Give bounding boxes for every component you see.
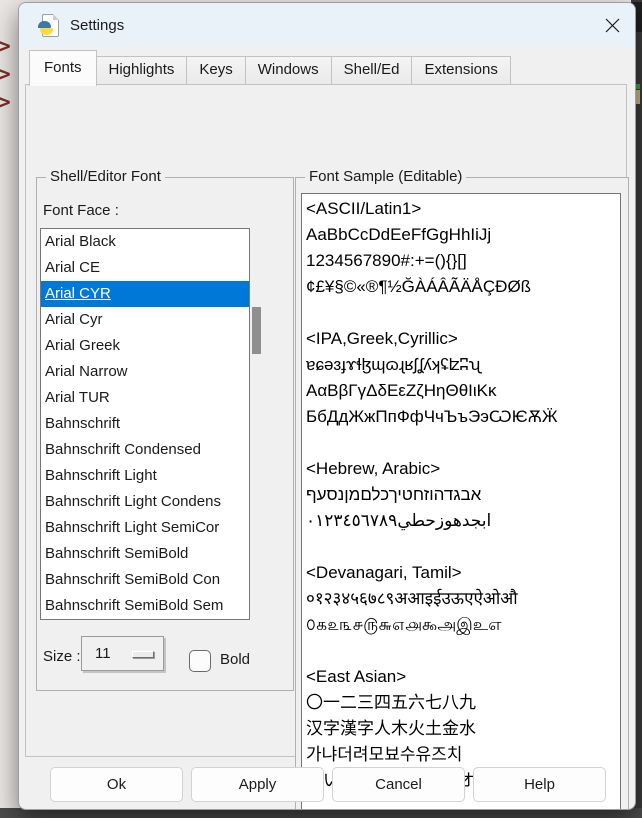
font-list-item[interactable]: Arial Black [41, 229, 249, 255]
font-list-item[interactable]: Bahnschrift SemiBold Sem [41, 593, 249, 619]
title-bar: Settings [19, 3, 635, 47]
size-label: Size : [43, 648, 81, 665]
size-dropdown[interactable]: 11 [81, 636, 164, 671]
window-title: Settings [70, 17, 124, 34]
font-list-item[interactable]: Arial Cyr [41, 307, 249, 333]
font-sample-textarea[interactable]: <ASCII/Latin1> AaBbCcDdEeFfGgHhIiJj 1234… [301, 193, 621, 810]
font-list-item[interactable]: Bahnschrift SemiBold [41, 541, 249, 567]
font-face-label: Font Face : [43, 202, 119, 219]
size-dropdown-value: 11 [95, 645, 111, 662]
font-list-scrollbar-thumb[interactable] [252, 307, 261, 354]
shell-editor-font-frame-title: Shell/Editor Font [46, 168, 165, 185]
screen: > > > Settings Fonts Highlights K [0, 0, 642, 818]
font-list-item[interactable]: Arial TUR [41, 385, 249, 411]
font-list[interactable]: Arial Black Arial CE Arial CYR Arial Cyr… [40, 228, 250, 620]
font-list-item-selected[interactable]: Arial CYR [41, 281, 249, 307]
dropdown-indicator-icon [132, 651, 154, 658]
shell-prompt-glyph: > [0, 62, 11, 86]
font-list-item[interactable]: Bahnschrift Condensed [41, 437, 249, 463]
font-sample-frame-title: Font Sample (Editable) [305, 168, 466, 185]
tab-extensions[interactable]: Extensions [411, 56, 510, 85]
tab-highlights[interactable]: Highlights [96, 56, 188, 85]
tab-windows[interactable]: Windows [245, 56, 332, 85]
close-button[interactable] [589, 3, 635, 47]
font-list-item[interactable]: Bahnschrift Light Condens [41, 489, 249, 515]
font-list-item[interactable]: Bahnschrift Light [41, 463, 249, 489]
bold-checkbox[interactable] [189, 650, 211, 672]
font-list-item[interactable]: Bahnschrift SemiBold Con [41, 567, 249, 593]
idle-python-file-icon [38, 14, 60, 36]
font-list-item[interactable]: Bahnschrift [41, 411, 249, 437]
settings-tabs: Fonts Highlights Keys Windows Shell/Ed E… [29, 49, 510, 85]
close-icon [605, 18, 620, 33]
fonts-tab-pane: Shell/Editor Font Font Face : Arial Blac… [25, 84, 627, 757]
font-list-item[interactable]: Bahnschrift Light SemiCor [41, 515, 249, 541]
help-button[interactable]: Help [473, 767, 606, 802]
apply-button[interactable]: Apply [191, 767, 324, 802]
tab-shell-ed[interactable]: Shell/Ed [331, 56, 413, 85]
tab-fonts[interactable]: Fonts [29, 50, 97, 86]
shell-editor-font-frame: Shell/Editor Font Font Face : Arial Blac… [36, 177, 294, 691]
font-list-item[interactable]: Arial Narrow [41, 359, 249, 385]
font-sample-frame: Font Sample (Editable) <ASCII/Latin1> Aa… [295, 177, 629, 810]
settings-dialog: Settings Fonts Highlights Keys Windows S… [18, 2, 636, 810]
background-shell-window: > > > [0, 0, 18, 200]
font-list-item[interactable]: Arial CE [41, 255, 249, 281]
bold-label: Bold [220, 651, 250, 668]
font-list-item[interactable]: Arial Greek [41, 333, 249, 359]
python-logo-blue [38, 21, 51, 28]
shell-prompt-glyph: > [0, 34, 11, 58]
ok-button[interactable]: Ok [50, 767, 183, 802]
cancel-button[interactable]: Cancel [332, 767, 465, 802]
tab-keys[interactable]: Keys [186, 56, 245, 85]
shell-prompt-glyph: > [0, 90, 11, 114]
